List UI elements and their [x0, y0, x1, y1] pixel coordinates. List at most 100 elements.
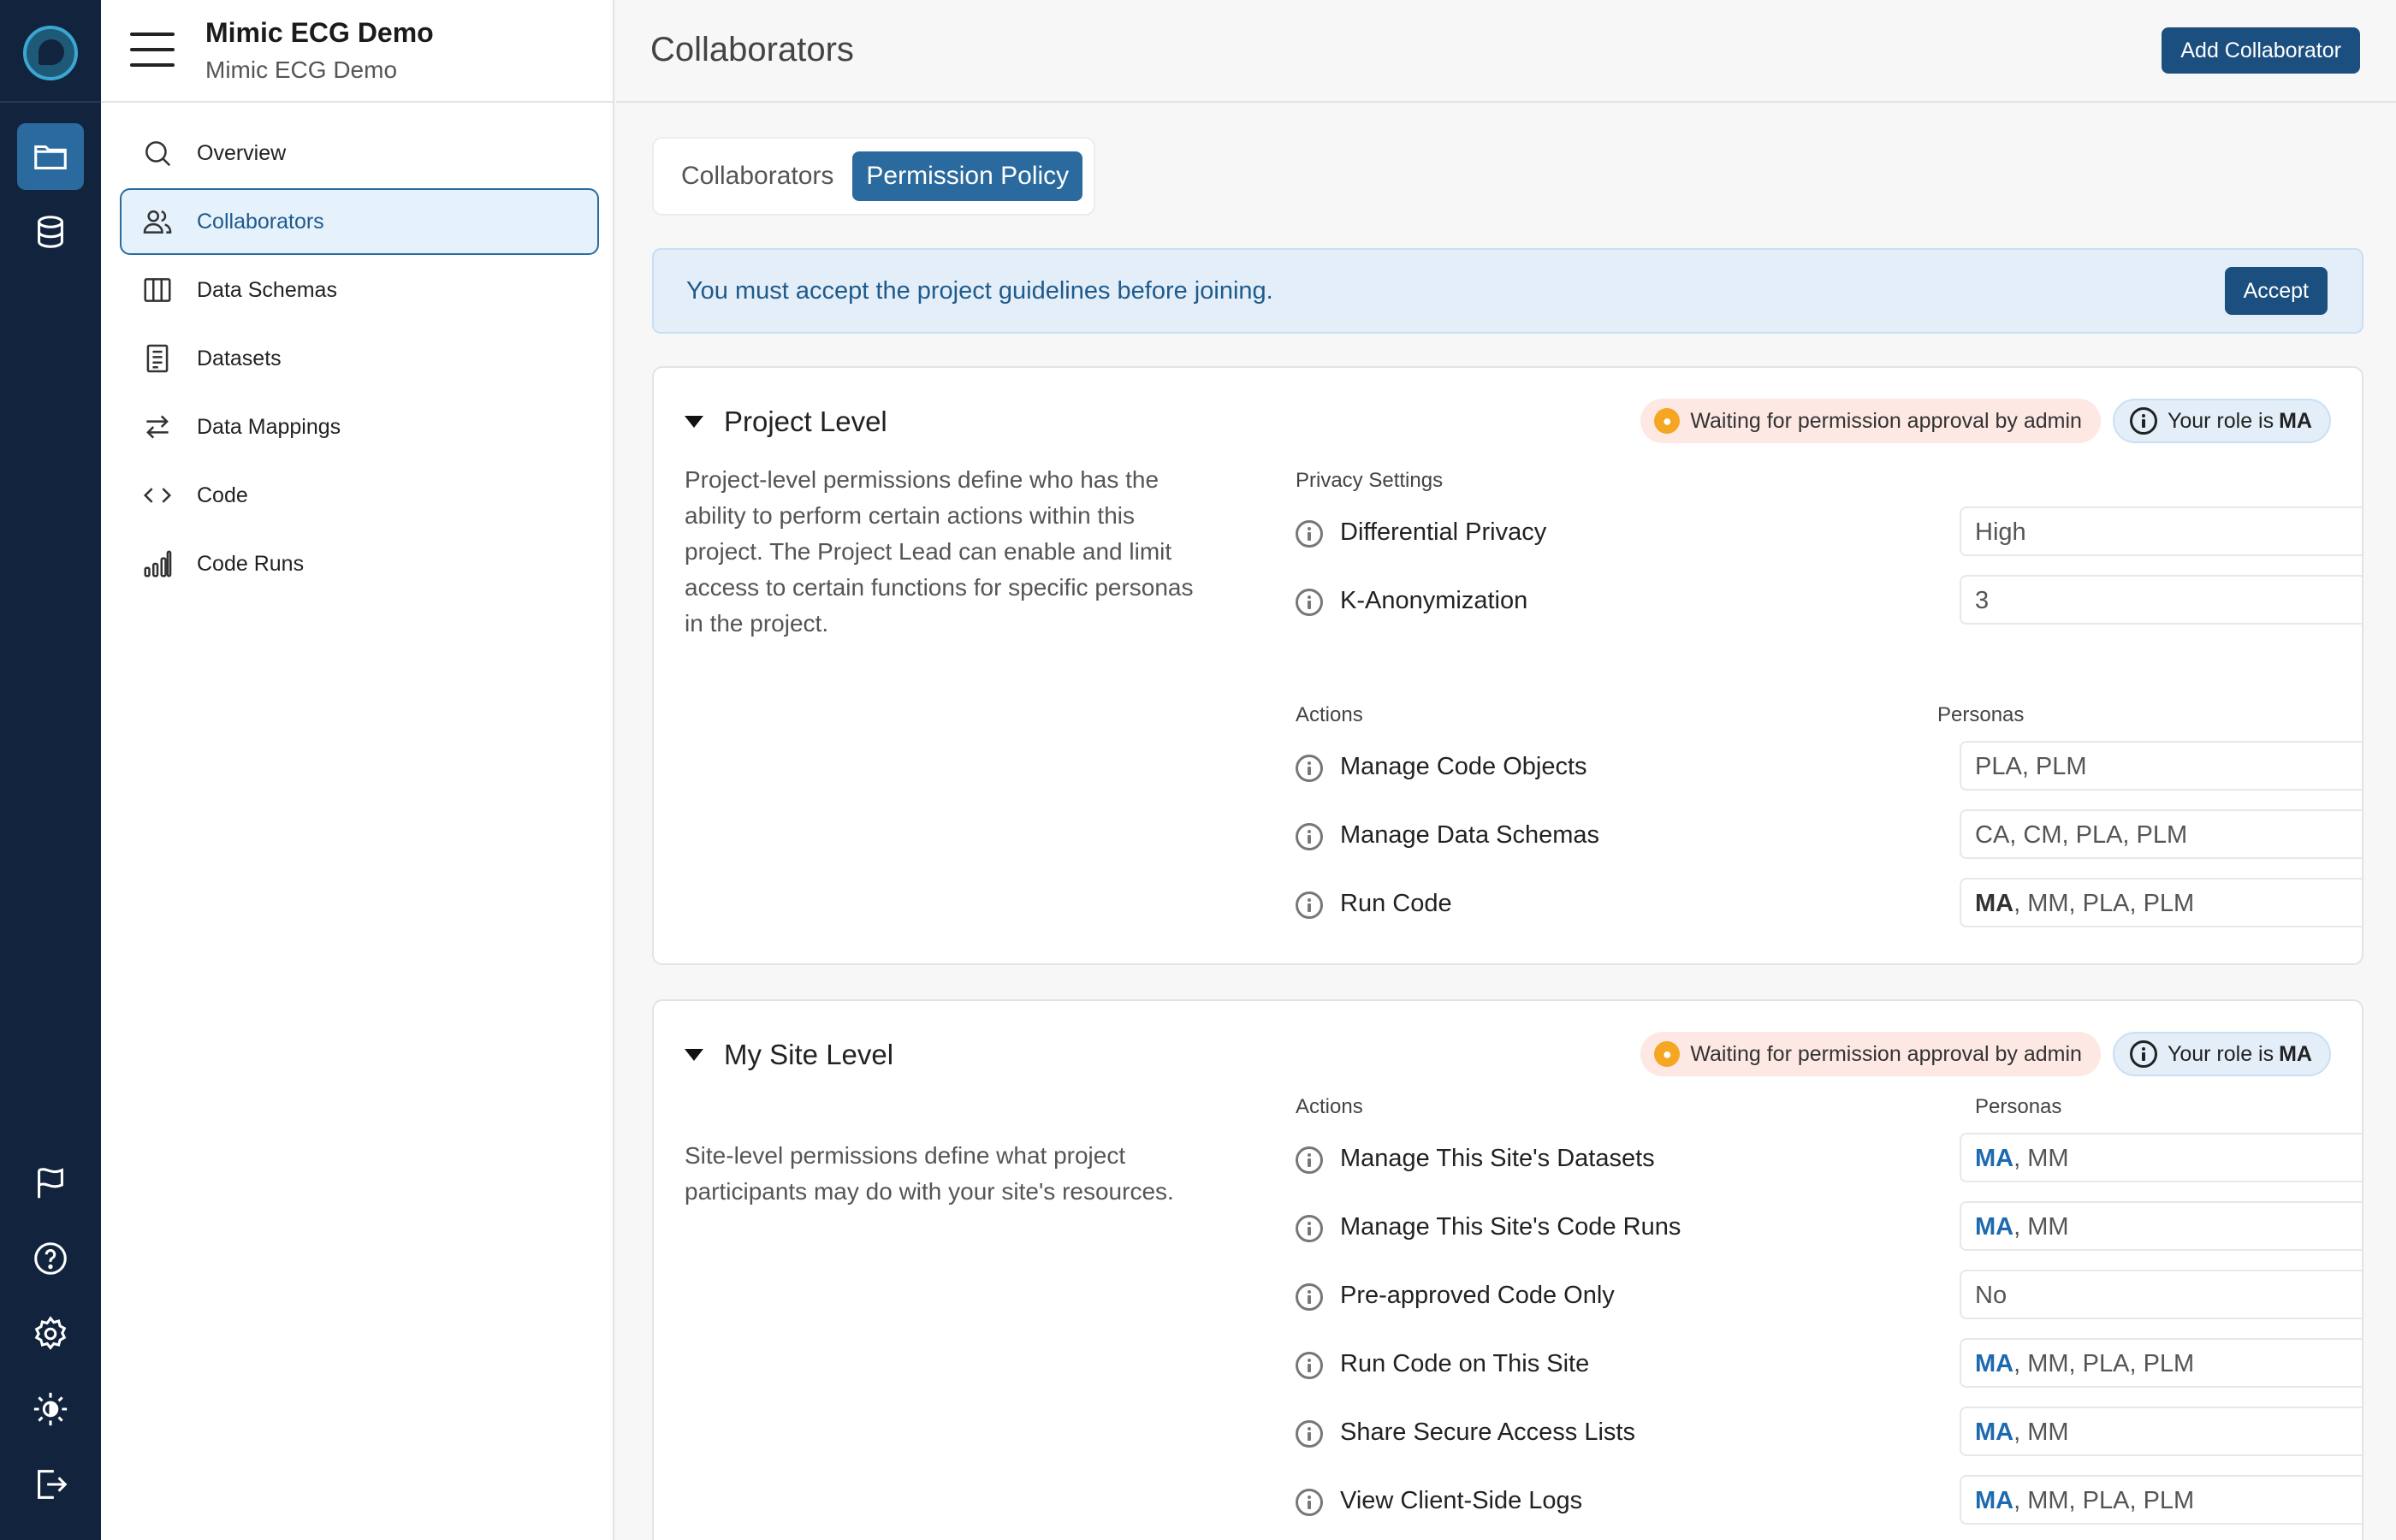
gear-icon[interactable]	[17, 1300, 84, 1367]
site-level-card: My Site Level ● Waiting for permission a…	[652, 999, 2363, 1540]
sidebar-header: Mimic ECG Demo Mimic ECG Demo	[101, 0, 613, 103]
document-icon	[140, 341, 175, 376]
personas-select[interactable]: PLA, PLM	[1960, 741, 2362, 791]
users-icon	[140, 204, 175, 239]
caret-down-icon	[685, 1049, 703, 1061]
sidebar-item-label: Collaborators	[197, 209, 324, 234]
personas-select[interactable]: MA, MM	[1960, 1201, 2362, 1251]
sidebar-item-label: Code Runs	[197, 551, 305, 576]
personas-select[interactable]: MA, MM, PLA, PLM	[1960, 1475, 2362, 1525]
role-badge: Your role is MA	[2112, 399, 2331, 443]
section-description: Project-level permissions define who has…	[685, 466, 1194, 637]
personas-select[interactable]: MA, MM	[1960, 1133, 2362, 1182]
sidebar-item-code[interactable]: Code	[120, 462, 599, 529]
app-logo[interactable]	[23, 26, 78, 80]
sidebar-item-label: Code	[197, 483, 248, 507]
action-row: Share Secure Access Lists MA, MM	[1296, 1407, 2362, 1461]
bar-chart-icon	[140, 547, 175, 581]
row-label: Manage Data Schemas	[1340, 821, 1600, 849]
row-label: Run Code	[1340, 890, 1452, 917]
theme-toggle-icon[interactable]	[17, 1376, 84, 1442]
project-level-toggle[interactable]: Project Level	[685, 406, 887, 438]
role-prefix: Your role is	[2167, 408, 2274, 433]
sidebar-item-label: Data Schemas	[197, 277, 337, 302]
sidebar-item-data-schemas[interactable]: Data Schemas	[120, 257, 599, 323]
info-icon[interactable]	[1296, 1283, 1323, 1311]
sidebar-item-overview[interactable]: Overview	[120, 120, 599, 187]
status-badge: ● Waiting for permission approval by adm…	[1640, 1032, 2101, 1076]
info-icon[interactable]	[1296, 823, 1323, 850]
sidebar-item-label: Overview	[197, 140, 287, 165]
row-label: Manage This Site's Datasets	[1340, 1145, 1655, 1172]
personas-select[interactable]: CA, CM, PLA, PLM	[1960, 809, 2362, 859]
privacy-row: K-Anonymization 3	[1296, 575, 2362, 630]
section-title: My Site Level	[724, 1039, 894, 1070]
info-icon[interactable]	[1296, 1420, 1323, 1448]
status-badge-label: Waiting for permission approval by admin	[1690, 408, 2082, 433]
row-label: Pre-approved Code Only	[1340, 1282, 1615, 1309]
pending-user-icon: ●	[1654, 1041, 1681, 1067]
section-description: Site-level permissions define what proje…	[685, 1142, 1174, 1205]
info-icon[interactable]	[1296, 1489, 1323, 1516]
tab-permission-policy[interactable]: Permission Policy	[852, 151, 1083, 201]
badge-group: ● Waiting for permission approval by adm…	[1640, 1032, 2331, 1076]
arrows-icon	[140, 410, 175, 444]
main-header: Collaborators Add Collaborator	[616, 0, 2396, 103]
tab-collaborators[interactable]: Collaborators	[667, 151, 847, 201]
code-icon	[140, 478, 175, 512]
differential-privacy-select[interactable]: High	[1960, 506, 2362, 556]
search-icon	[140, 136, 175, 170]
role-badge: Your role is MA	[2112, 1032, 2331, 1076]
project-level-card: Project Level ● Waiting for permission a…	[652, 366, 2363, 965]
row-label: K-Anonymization	[1340, 587, 1528, 614]
sidebar-item-collaborators[interactable]: Collaborators	[120, 188, 599, 255]
sidebar-item-data-mappings[interactable]: Data Mappings	[120, 394, 599, 460]
info-icon[interactable]	[1296, 1352, 1323, 1379]
info-icon[interactable]	[1296, 1215, 1323, 1242]
row-label: Differential Privacy	[1340, 518, 1547, 546]
actions-header: Actions	[1296, 1095, 1363, 1118]
columns-icon	[140, 273, 175, 307]
personas-header: Personas	[1937, 703, 2025, 726]
caret-down-icon	[685, 416, 703, 428]
banner-message: You must accept the project guidelines b…	[686, 277, 1273, 305]
pre-approved-code-select[interactable]: No	[1960, 1270, 2362, 1319]
help-icon[interactable]	[17, 1225, 84, 1292]
sidebar: Mimic ECG Demo Mimic ECG Demo Overview C…	[101, 0, 614, 1540]
info-icon[interactable]	[1296, 755, 1323, 782]
action-row: Run Code on This Site MA, MM, PLA, PLM	[1296, 1338, 2362, 1393]
icon-rail	[0, 0, 101, 1540]
action-row: Manage This Site's Code Runs MA, MM	[1296, 1201, 2362, 1256]
accept-button[interactable]: Accept	[2224, 267, 2328, 315]
row-label: Share Secure Access Lists	[1340, 1419, 1635, 1446]
action-row: Manage Code Objects PLA, PLM	[1296, 741, 2362, 796]
info-icon[interactable]	[1296, 589, 1323, 616]
privacy-row: Differential Privacy High	[1296, 506, 2362, 561]
flag-icon[interactable]	[17, 1150, 84, 1217]
project-title: Mimic ECG Demo	[205, 17, 434, 48]
info-icon[interactable]	[1296, 891, 1323, 919]
sidebar-item-label: Datasets	[197, 346, 282, 370]
main-content: Collaborators Permission Policy You must…	[616, 104, 2396, 1540]
sidebar-item-datasets[interactable]: Datasets	[120, 325, 599, 392]
projects-folder-icon[interactable]	[17, 123, 84, 190]
k-anonymization-select[interactable]: 3	[1960, 575, 2362, 625]
role-prefix: Your role is	[2167, 1041, 2274, 1066]
info-icon[interactable]	[1296, 520, 1323, 548]
personas-select[interactable]: MA, MM	[1960, 1407, 2362, 1456]
personas-select[interactable]: MA, MM, PLA, PLM	[1960, 1338, 2362, 1388]
guidelines-banner: You must accept the project guidelines b…	[652, 248, 2363, 334]
row-label: Run Code on This Site	[1340, 1350, 1590, 1377]
site-level-toggle[interactable]: My Site Level	[685, 1039, 893, 1071]
menu-icon[interactable]	[130, 33, 175, 67]
database-icon[interactable]	[17, 198, 84, 265]
sidebar-item-code-runs[interactable]: Code Runs	[120, 530, 599, 597]
add-collaborator-button[interactable]: Add Collaborator	[2162, 27, 2360, 74]
info-icon[interactable]	[1296, 1146, 1323, 1174]
pending-user-icon: ●	[1654, 408, 1681, 434]
personas-select[interactable]: MA, MM, PLA, PLM	[1960, 878, 2362, 927]
status-badge-label: Waiting for permission approval by admin	[1690, 1041, 2082, 1066]
page-title: Collaborators	[650, 31, 854, 68]
action-row: Manage Data Schemas CA, CM, PLA, PLM	[1296, 809, 2362, 864]
logout-icon[interactable]	[17, 1451, 84, 1518]
